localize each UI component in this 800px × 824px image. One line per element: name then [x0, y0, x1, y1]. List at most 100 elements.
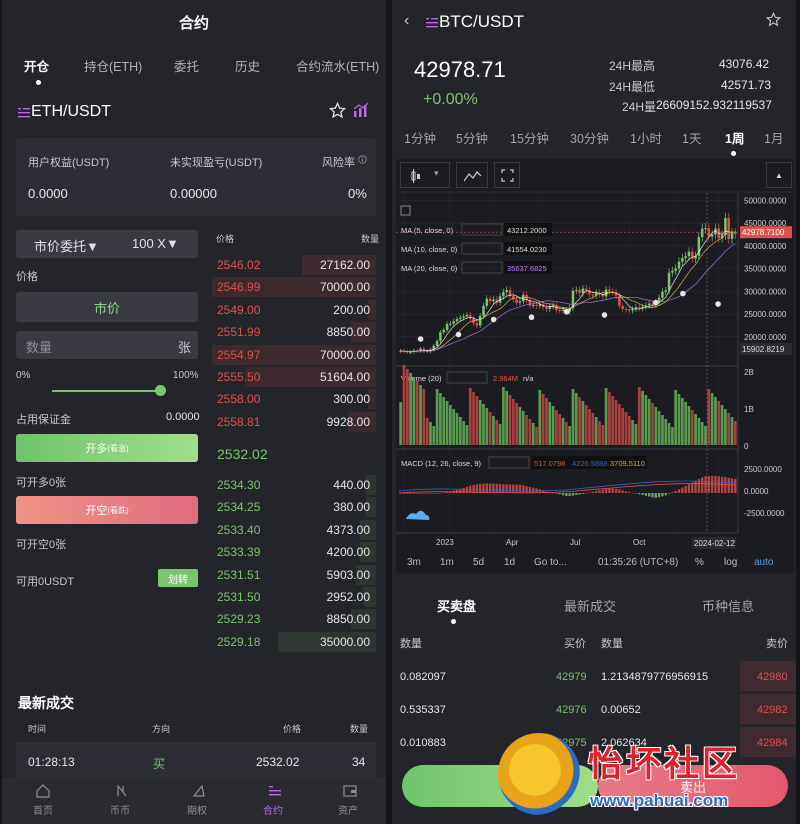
volume-bar — [488, 412, 492, 445]
macd-bar — [502, 484, 505, 493]
wallet-icon[interactable] — [343, 784, 357, 798]
watermark-logo — [498, 733, 580, 815]
volume-bar — [720, 405, 724, 445]
event-marker[interactable] — [601, 312, 608, 318]
home-icon[interactable] — [36, 784, 50, 798]
event-marker[interactable] — [715, 301, 721, 307]
event-marker[interactable] — [417, 336, 424, 342]
tab-latest-trades[interactable]: 最新成交 — [564, 596, 616, 615]
bid-row[interactable]: 2529.23 8850.00 — [212, 609, 376, 630]
nav-spot[interactable]: 币币 — [110, 802, 130, 817]
fullscreen-icon[interactable] — [494, 162, 520, 188]
tab-coin-info[interactable]: 币种信息 — [702, 596, 754, 615]
bid-row[interactable]: 2531.51 5903.00 — [212, 564, 376, 585]
chart-range-button[interactable]: 5d — [473, 557, 484, 568]
bid-row[interactable]: 2533.39 4200.00 — [212, 542, 376, 563]
candle-type-button[interactable]: ▾ — [400, 162, 450, 188]
ask-row[interactable]: 2558.00 300.00 — [212, 389, 376, 410]
trade-time: 01:28:13 — [28, 755, 75, 769]
pair-name[interactable]: ETH/USDT — [31, 103, 111, 121]
book-price: 2549.00 — [217, 302, 261, 317]
chart-icon[interactable] — [353, 102, 369, 118]
price-chart[interactable]: 20000.0000 25000.0000 30000.0000 35000.0000… — [396, 193, 794, 553]
chart-range-button[interactable]: Go to... — [534, 557, 567, 568]
market-detail-panel: ‹ BTC/USDT 42978.71 +0.00% 24H最高 43076.4… — [392, 0, 796, 824]
available-balance: 可用0USDT — [16, 576, 75, 588]
event-marker[interactable] — [455, 331, 462, 338]
interval-tab[interactable]: 30分钟 — [570, 128, 609, 147]
nav-options[interactable]: 期权 — [187, 802, 207, 817]
menu-list-icon[interactable] — [426, 16, 438, 28]
quantity-input[interactable]: 数量 张 — [16, 331, 198, 359]
tab-orderbook[interactable]: 买卖盘 — [437, 596, 476, 615]
slider-handle[interactable] — [155, 385, 166, 396]
chart-range-button[interactable]: 3m — [407, 557, 421, 568]
table-row[interactable]: 0.082097 42979 1.2134879776956915 42980 — [392, 661, 796, 691]
table-row[interactable]: 0.535337 42976 0.00652 42982 — [392, 694, 796, 724]
interval-tab[interactable]: 1月 — [764, 128, 783, 147]
volume-bar — [508, 395, 512, 445]
event-marker[interactable] — [680, 290, 686, 297]
margin-value: 0.0000 — [166, 411, 200, 423]
options-icon[interactable] — [192, 784, 206, 798]
bid-row[interactable]: 2534.25 380.00 — [212, 497, 376, 518]
collapse-icon[interactable]: ▲ — [766, 162, 792, 188]
interval-tab[interactable]: 15分钟 — [510, 128, 549, 147]
nav-contract[interactable]: 合约 — [263, 802, 283, 817]
ask-row[interactable]: 2546.02 27162.00 — [212, 255, 376, 275]
ask-row[interactable]: 2558.81 9928.00 — [212, 411, 376, 432]
event-marker[interactable] — [653, 299, 659, 306]
star-icon[interactable] — [329, 102, 346, 119]
leverage-select[interactable]: 100 X▼ — [132, 236, 179, 251]
event-marker[interactable] — [490, 316, 497, 323]
volume-label: 24H量 — [622, 100, 657, 114]
open-long-button[interactable]: 开多 (看涨) — [16, 434, 198, 462]
tab-history[interactable]: 历史 — [235, 56, 260, 75]
nav-assets[interactable]: 资产 — [338, 802, 358, 817]
bid-row[interactable]: 2534.30 440.00 — [212, 475, 376, 495]
tab-positions[interactable]: 持仓(ETH) — [84, 56, 142, 75]
contract-icon[interactable] — [268, 784, 282, 798]
coin-icon[interactable] — [115, 784, 129, 798]
volume-bar — [425, 418, 429, 445]
interval-tab[interactable]: 1周 — [725, 128, 744, 147]
indicators-button[interactable] — [456, 162, 488, 188]
pair-name[interactable]: BTC/USDT — [439, 12, 524, 32]
event-marker[interactable] — [563, 308, 570, 315]
order-type-select[interactable]: 市价委托▼ 100 X▼ — [16, 230, 198, 258]
interval-tab[interactable]: 1天 — [682, 128, 701, 147]
chart-range-button[interactable]: 01:35:26 (UTC+8) — [598, 557, 678, 568]
menu-list-icon[interactable] — [18, 106, 30, 118]
transfer-button[interactable]: 划转 — [158, 569, 198, 587]
chart-range-button[interactable]: log — [724, 557, 737, 568]
market-price-button[interactable]: 市价 — [16, 292, 198, 322]
info-icon[interactable] — [358, 155, 367, 164]
back-icon[interactable]: ‹ — [404, 12, 409, 30]
interval-tab[interactable]: 1小时 — [630, 128, 662, 147]
bid-row[interactable]: 2531.50 2952.00 — [212, 587, 376, 607]
bid-row[interactable]: 2529.18 35000.00 — [212, 631, 376, 652]
chart-range-button[interactable]: % — [695, 557, 704, 568]
open-short-button[interactable]: 开空 (看跌) — [16, 496, 198, 524]
ma-legend-value: 41554.0230 — [507, 245, 547, 254]
quantity-slider[interactable] — [52, 390, 162, 392]
chart-range-button[interactable]: 1d — [504, 557, 515, 568]
bid-row[interactable]: 2533.40 4373.00 — [212, 519, 376, 540]
candle — [684, 256, 687, 259]
tab-orders[interactable]: 委托 — [174, 56, 199, 75]
ask-row[interactable]: 2551.99 8850.00 — [212, 322, 376, 343]
chart-range-button[interactable]: 1m — [440, 557, 454, 568]
interval-tab[interactable]: 5分钟 — [456, 128, 488, 147]
ask-row[interactable]: 2555.50 51604.00 — [212, 367, 376, 387]
tab-open[interactable]: 开仓 — [24, 56, 49, 75]
interval-tab[interactable]: 1分钟 — [404, 128, 436, 147]
ask-row[interactable]: 2554.97 70000.00 — [212, 344, 376, 365]
volume-bar — [465, 425, 469, 445]
nav-home[interactable]: 首页 — [33, 802, 53, 817]
star-icon[interactable] — [766, 12, 781, 27]
ask-row[interactable]: 2546.99 70000.00 — [212, 277, 376, 298]
chart-range-button[interactable]: auto — [754, 557, 773, 568]
event-marker[interactable] — [528, 314, 535, 321]
tab-ledger[interactable]: 合约流水(ETH) — [296, 56, 379, 75]
ask-row[interactable]: 2549.00 200.00 — [212, 299, 376, 320]
